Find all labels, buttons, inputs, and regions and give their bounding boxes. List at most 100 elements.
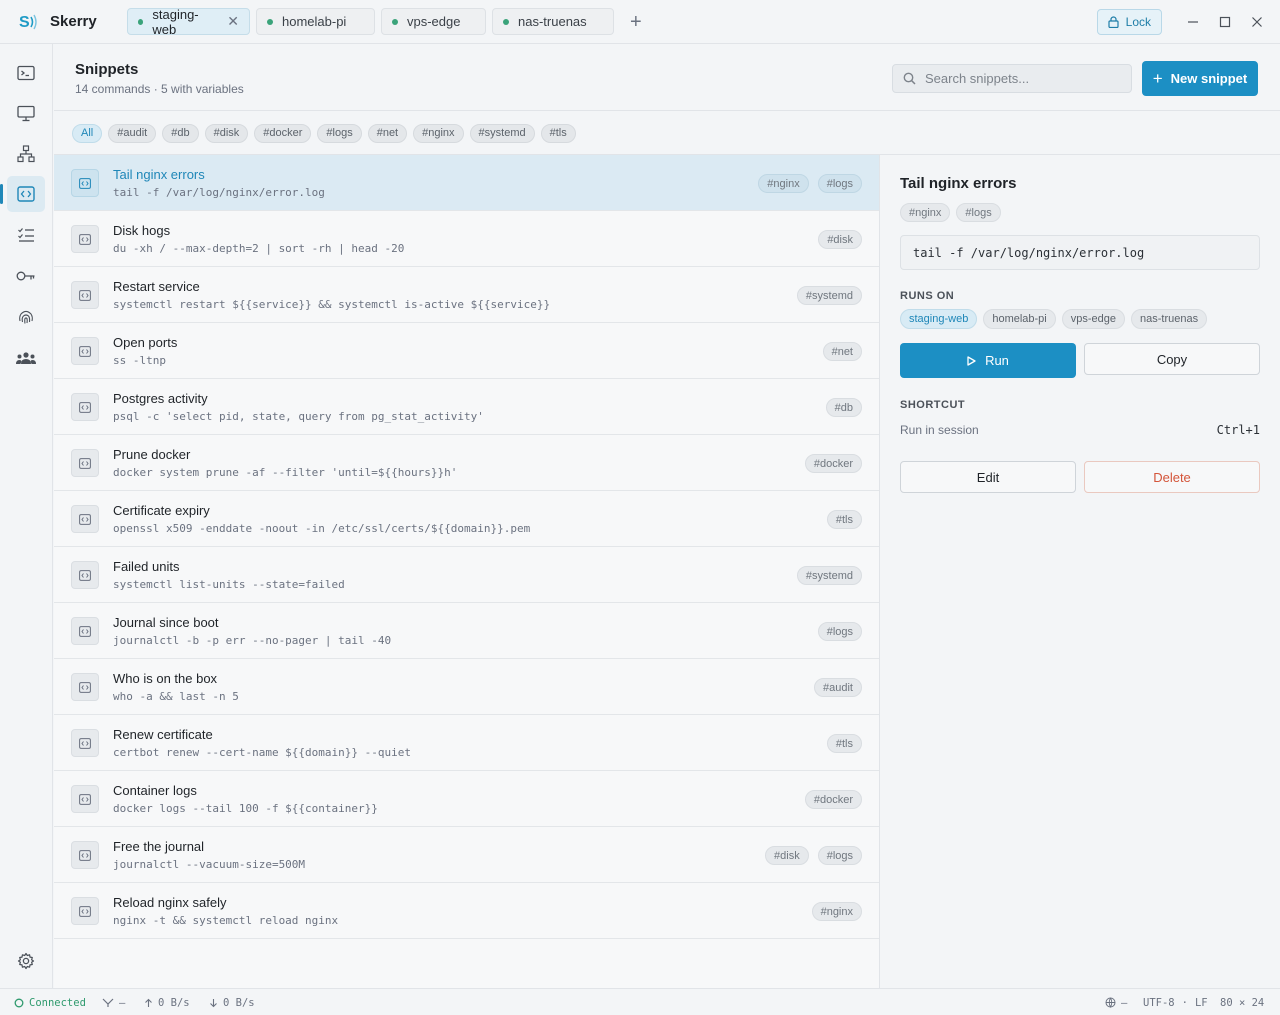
tab-staging-web[interactable]: staging-web ✕ [127,7,250,37]
close-icon[interactable]: ✕ [227,13,239,30]
snippet-icon [71,393,99,421]
list-item[interactable]: Failed units systemctl list-units --stat… [54,547,879,603]
list-item[interactable]: Container logs docker logs --tail 100 -f… [54,771,879,827]
key-icon[interactable] [7,258,45,294]
list-item[interactable]: Restart service systemctl restart ${{ser… [54,267,879,323]
host-chip-vps-edge[interactable]: vps-edge [1061,309,1126,329]
list-item[interactable]: Tail nginx errors tail -f /var/log/nginx… [54,155,879,211]
snippet-title: Tail nginx errors [113,167,205,182]
tag-badge: #docker [804,790,862,809]
host-chip-homelab-pi[interactable]: homelab-pi [983,309,1056,329]
tag-filters: All #audit #db #disk #docker #logs #net … [54,112,1280,155]
snippet-title: Reload nginx safely [113,895,227,910]
copy-button[interactable]: Copy [1084,343,1260,375]
snippet-icon [71,505,99,533]
new-snippet-label: New snippet [1170,71,1248,86]
filter-chip-all[interactable]: All [72,123,103,143]
snippet-title: Open ports [113,335,178,350]
snippet-command: journalctl --vacuum-size=500M [113,858,306,871]
network-status: — [1105,989,1127,1015]
new-snippet-button[interactable]: + New snippet [1142,61,1258,96]
tab-nas-truenas[interactable]: nas-truenas [492,8,614,35]
filter-chip-disk[interactable]: #disk [204,123,249,143]
lock-icon [1108,16,1119,28]
connection-status: Connected [14,989,86,1015]
gear-icon[interactable] [7,943,45,979]
run-button[interactable]: Run [900,343,1076,378]
snippet-title: Journal since boot [113,615,219,630]
branch-label: — [119,996,126,1009]
list-item[interactable]: Who is on the box who -a && last -n 5 #a… [54,659,879,715]
download-rate: 0 B/s [209,989,255,1015]
app-logo-icon: S [19,14,37,31]
brand: S Skerry [18,11,110,33]
terminal-size: 80 × 24 [1220,996,1265,1009]
snippet-detail-panel: Tail nginx errors #nginx #logs tail -f /… [881,155,1280,988]
svg-text:S: S [19,14,30,31]
runs-on-hosts: staging-web homelab-pi vps-edge nas-true… [900,309,1213,329]
branch-status: — [102,989,125,1015]
team-icon[interactable] [7,340,45,376]
filter-chip-nginx[interactable]: #nginx [413,123,464,143]
list-item[interactable]: Reload nginx safely nginx -t && systemct… [54,883,879,939]
status-bar: Connected — 0 B/s 0 B/s — UTF-8 · LF 80 … [0,988,1280,1015]
tab-vps-edge[interactable]: vps-edge [381,8,486,35]
snippet-command: nginx -t && systemctl reload nginx [113,914,339,927]
list-item[interactable]: Journal since boot journalctl -b -p err … [54,603,879,659]
filter-chip-systemd[interactable]: #systemd [469,123,535,143]
snippets-icon[interactable] [0,176,45,212]
snippet-title: Container logs [113,783,197,798]
list-item[interactable]: Prune docker docker system prune -af --f… [54,435,879,491]
detail-command-box[interactable]: tail -f /var/log/nginx/error.log [900,235,1260,270]
snippet-command: ss -ltnp [113,354,166,367]
filter-chip-net[interactable]: #net [367,123,408,143]
tab-homelab-pi[interactable]: homelab-pi [256,8,375,35]
status-dot [392,18,398,25]
filter-chip-tls[interactable]: #tls [540,123,576,143]
list-item[interactable]: Renew certificate certbot renew --cert-n… [54,715,879,771]
host-chip-nas-truenas[interactable]: nas-truenas [1131,309,1208,329]
checklist-icon[interactable] [7,217,45,253]
search-box[interactable] [892,64,1132,93]
add-tab-icon[interactable]: + [630,12,642,32]
close-window-icon[interactable] [1242,16,1272,28]
page-title: Snippets [75,61,139,78]
list-item[interactable]: Certificate expiry openssl x509 -enddate… [54,491,879,547]
filter-chip-db[interactable]: #db [162,123,199,143]
maximize-icon[interactable] [1210,16,1240,28]
tag-badge: #tls [826,734,862,753]
host-chip-staging-web[interactable]: staging-web [900,309,978,329]
tag-badge: #systemd [796,286,862,305]
tab-label: vps-edge [407,14,461,29]
snippet-title: Failed units [113,559,180,574]
edit-button[interactable]: Edit [900,461,1076,493]
snippet-icon [71,561,99,589]
snippet-title: Certificate expiry [113,503,210,518]
plus-icon: + [1152,68,1163,88]
snippet-icon [71,169,99,197]
monitor-icon[interactable] [7,95,45,131]
list-item[interactable]: Open ports ss -ltnp #net [54,323,879,379]
snippet-icon [71,785,99,813]
tag-badge: #docker [804,454,862,473]
filter-chip-docker[interactable]: #docker [254,123,312,143]
tag-badge: #logs [956,203,1001,222]
lock-button[interactable]: Lock [1096,9,1162,35]
detail-title: Tail nginx errors [900,175,1017,192]
search-input[interactable] [925,71,1125,86]
list-item[interactable]: Disk hogs du -xh / --max-depth=2 | sort … [54,211,879,267]
sidebar [0,44,53,988]
list-item[interactable]: Free the journal journalctl --vacuum-siz… [54,827,879,883]
filter-chip-logs[interactable]: #logs [317,123,362,143]
tag-badge: #tls [826,510,862,529]
network-icon[interactable] [7,136,45,172]
terminal-icon[interactable] [7,55,45,91]
filter-chip-audit[interactable]: #audit [108,123,157,143]
delete-button[interactable]: Delete [1084,461,1260,493]
list-item[interactable]: Postgres activity psql -c 'select pid, s… [54,379,879,435]
tag-badge: #logs [817,174,862,193]
fingerprint-icon[interactable] [7,299,45,335]
tag-badge: #logs [817,846,862,865]
minimize-icon[interactable] [1178,16,1208,28]
snippet-command: who -a && last -n 5 [113,690,239,703]
